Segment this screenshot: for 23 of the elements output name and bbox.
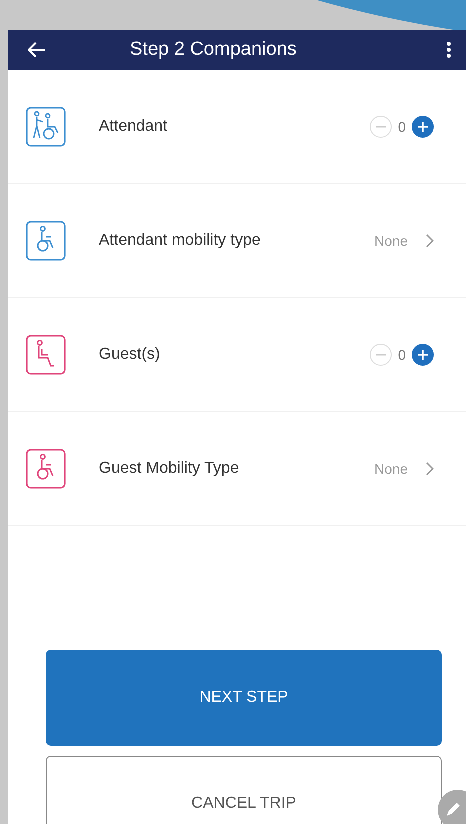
increment-button[interactable] (412, 344, 434, 366)
plus-icon (418, 350, 428, 360)
row-label: Guest(s) (99, 346, 162, 364)
next-step-button[interactable]: NEXT STEP (46, 650, 442, 746)
increment-button[interactable] (412, 116, 434, 138)
screen-title: Step 2 Companions (130, 39, 298, 61)
list-row[interactable]: Attendant mobility type None (8, 184, 466, 298)
cancel-trip-button[interactable]: CANCEL TRIP (46, 756, 442, 824)
minus-icon (376, 354, 386, 356)
count-value: 0 (398, 346, 406, 362)
more-menu-icon[interactable] (446, 41, 452, 59)
chevron-right-icon (426, 462, 434, 476)
row-label: Attendant mobility type (99, 232, 262, 250)
row-label: Attendant (99, 118, 168, 136)
list-row[interactable]: Guest Mobility Type None (8, 412, 466, 526)
count-value: 0 (398, 118, 406, 134)
row-label: Guest Mobility Type (99, 460, 240, 478)
selected-value: None (374, 232, 408, 248)
selected-value: None (374, 460, 408, 476)
chevron-right-icon (426, 234, 434, 248)
minus-icon (376, 126, 386, 128)
back-arrow-icon[interactable] (28, 42, 46, 58)
plus-icon (418, 122, 428, 132)
